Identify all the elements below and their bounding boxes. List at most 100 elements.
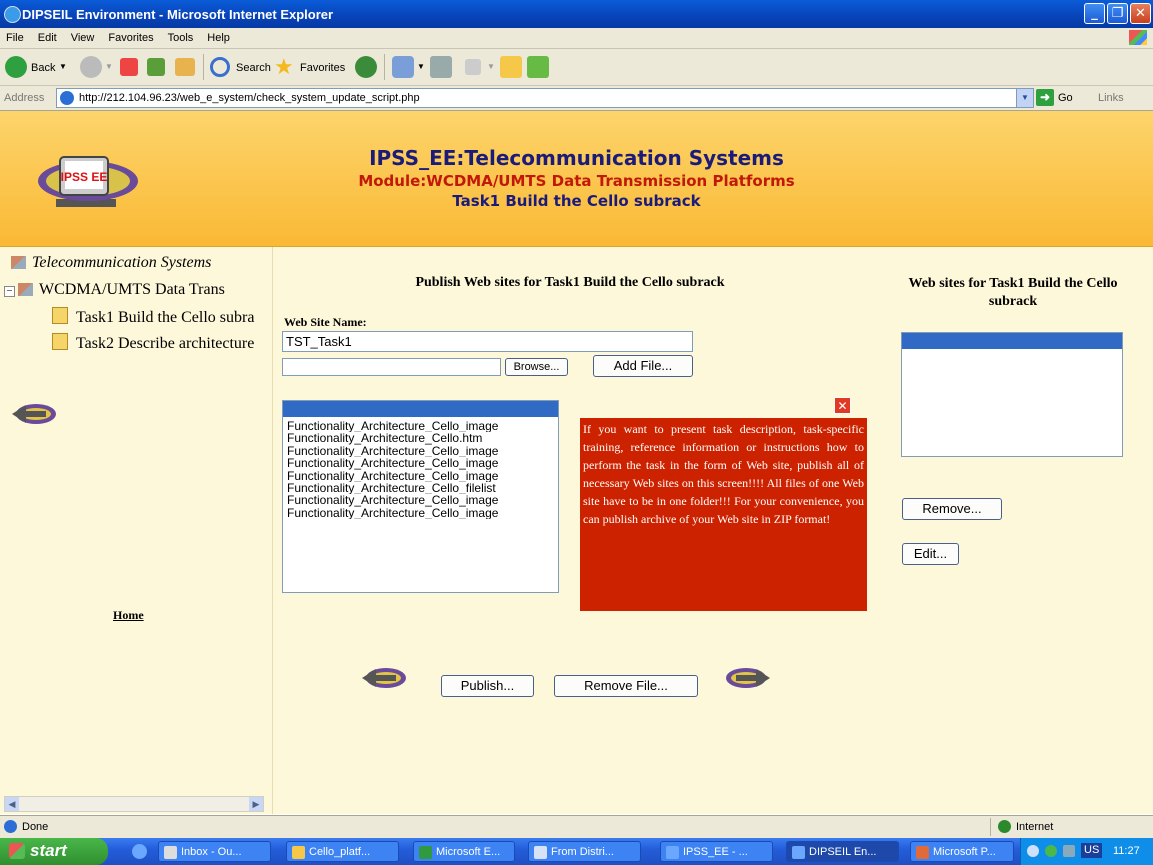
- tree-item-task1[interactable]: Task1 Build the Cello subra: [52, 307, 254, 327]
- edit-icon[interactable]: [465, 59, 481, 75]
- back-button[interactable]: Back: [31, 62, 55, 74]
- list-item[interactable]: Functionality_Architecture_Cello_image: [287, 420, 554, 432]
- page-icon: [60, 91, 74, 105]
- tooltip-close-icon[interactable]: ✕: [834, 397, 851, 414]
- menu-help[interactable]: Help: [207, 28, 230, 48]
- list-item[interactable]: Functionality_Architecture_Cello_filelis…: [287, 482, 554, 494]
- volume-tray-icon[interactable]: [1063, 845, 1075, 857]
- mail-dropdown-icon[interactable]: ▼: [417, 62, 425, 71]
- taskbar-item-powerpoint[interactable]: Microsoft P...: [910, 841, 1014, 862]
- remove-site-button[interactable]: Remove...: [902, 498, 1002, 520]
- menu-edit[interactable]: Edit: [38, 28, 57, 48]
- folder-icon[interactable]: [500, 56, 522, 78]
- go-button[interactable]: Go: [1058, 92, 1073, 104]
- collapse-icon[interactable]: −: [4, 286, 15, 297]
- taskbar-item-word[interactable]: From Distri...: [528, 841, 641, 862]
- security-zone: Internet: [1016, 821, 1054, 833]
- next-arrow-icon[interactable]: [724, 664, 772, 692]
- tree-module-label: WCDMA/UMTS Data Trans: [39, 281, 225, 298]
- menu-file[interactable]: File: [6, 28, 24, 48]
- favorites-star-icon[interactable]: ★: [274, 54, 294, 80]
- status-text: Done: [22, 821, 49, 833]
- history-icon[interactable]: [355, 56, 377, 78]
- taskbar-item-ipss[interactable]: IPSS_EE - ...: [660, 841, 773, 862]
- links-button[interactable]: Links: [1098, 92, 1124, 104]
- taskbar-item-inbox[interactable]: Inbox - Ou...: [158, 841, 271, 862]
- forward-arrow-icon[interactable]: [80, 56, 102, 78]
- window-title-bar[interactable]: DIPSEIL Environment - Microsoft Internet…: [0, 0, 1153, 28]
- publish-button[interactable]: Publish...: [441, 675, 534, 697]
- minimize-button[interactable]: _: [1084, 3, 1105, 24]
- tree-root[interactable]: Telecommunication Systems: [11, 254, 211, 272]
- mail-icon[interactable]: [392, 56, 414, 78]
- websites-listbox[interactable]: [901, 332, 1123, 457]
- close-button[interactable]: ✕: [1130, 3, 1151, 24]
- tree-root-label: Telecommunication Systems: [32, 254, 212, 271]
- tree-item-label: Task2 Describe architecture: [76, 335, 255, 352]
- address-dropdown-icon[interactable]: ▼: [1016, 89, 1033, 107]
- taskbar-item-excel[interactable]: Microsoft E...: [413, 841, 515, 862]
- home-icon[interactable]: [175, 58, 195, 76]
- home-link[interactable]: Home: [113, 608, 144, 623]
- add-file-button[interactable]: Add File...: [593, 355, 693, 377]
- svg-text:IPSS EE: IPSS EE: [61, 170, 108, 184]
- browse-button[interactable]: Browse...: [505, 358, 568, 376]
- scroll-left-icon[interactable]: ◀: [5, 797, 19, 811]
- list-selected-row[interactable]: [902, 333, 1122, 349]
- status-bar: Done Internet: [0, 815, 1153, 838]
- forward-dropdown-icon[interactable]: ▼: [105, 62, 113, 71]
- taskbar-item-dipseil[interactable]: DIPSEIL En...: [786, 841, 899, 862]
- address-input[interactable]: http://212.104.96.23/web_e_system/check_…: [56, 88, 1034, 108]
- language-indicator[interactable]: US: [1081, 843, 1103, 858]
- taskbar-item-cello[interactable]: Cello_platf...: [286, 841, 399, 862]
- network-tray-icon[interactable]: [1045, 845, 1057, 857]
- go-arrow-icon[interactable]: ➜: [1036, 89, 1054, 106]
- file-path-input[interactable]: [282, 358, 501, 376]
- scroll-right-icon[interactable]: ▶: [249, 797, 263, 811]
- back-nav-icon[interactable]: [10, 400, 58, 428]
- windows-logo-icon: [1129, 30, 1147, 45]
- tree-item-label: Task1 Build the Cello subra: [76, 309, 255, 326]
- tray-expand-icon[interactable]: [1027, 845, 1039, 857]
- page-icon: [52, 307, 68, 324]
- header-title: IPSS_EE:Telecommunication Systems: [369, 146, 784, 170]
- edit-dropdown-icon[interactable]: ▼: [487, 62, 495, 71]
- list-item[interactable]: Functionality_Architecture_Cello_image: [287, 507, 554, 519]
- edit-site-button[interactable]: Edit...: [902, 543, 959, 565]
- outlook-icon: [164, 846, 177, 859]
- back-dropdown-icon[interactable]: ▼: [59, 62, 67, 71]
- menu-view[interactable]: View: [71, 28, 95, 48]
- ie-quicklaunch-icon[interactable]: [132, 844, 147, 859]
- excel-icon: [419, 846, 432, 859]
- messenger-icon[interactable]: [527, 56, 549, 78]
- refresh-icon[interactable]: [147, 58, 165, 76]
- site-name-label: Web Site Name:: [284, 315, 367, 329]
- stop-icon[interactable]: [120, 58, 138, 76]
- list-item[interactable]: Functionality_Architecture_Cello.htm: [287, 432, 554, 444]
- search-button[interactable]: Search: [236, 62, 271, 74]
- start-button[interactable]: start: [0, 838, 108, 865]
- list-item[interactable]: Functionality_Architecture_Cello_image: [287, 445, 554, 457]
- header-task: Task1 Build the Cello subrack: [452, 192, 701, 210]
- help-tooltip: If you want to present task description,…: [580, 418, 867, 611]
- search-icon[interactable]: [210, 57, 230, 77]
- maximize-button[interactable]: ❐: [1107, 3, 1128, 24]
- list-item[interactable]: Functionality_Architecture_Cello_image: [287, 457, 554, 469]
- tree-horizontal-scrollbar[interactable]: ◀ ▶: [4, 796, 264, 812]
- menu-favorites[interactable]: Favorites: [108, 28, 153, 48]
- address-url[interactable]: http://212.104.96.23/web_e_system/check_…: [79, 92, 420, 104]
- file-listbox[interactable]: Functionality_Architecture_Cello_image F…: [282, 400, 559, 593]
- tree-item-task2[interactable]: Task2 Describe architecture: [52, 333, 254, 353]
- tree-module[interactable]: − WCDMA/UMTS Data Trans: [4, 281, 225, 299]
- list-item[interactable]: Functionality_Architecture_Cello_image: [287, 494, 554, 506]
- favorites-button[interactable]: Favorites: [300, 62, 345, 74]
- list-selected-row[interactable]: [283, 401, 558, 417]
- previous-arrow-icon[interactable]: [360, 664, 408, 692]
- back-arrow-icon[interactable]: [5, 56, 27, 78]
- menu-tools[interactable]: Tools: [168, 28, 194, 48]
- list-item[interactable]: Functionality_Architecture_Cello_image: [287, 470, 554, 482]
- menu-bar: File Edit View Favorites Tools Help: [0, 28, 1153, 49]
- site-name-input[interactable]: TST_Task1: [282, 331, 693, 352]
- remove-file-button[interactable]: Remove File...: [554, 675, 698, 697]
- print-icon[interactable]: [430, 56, 452, 78]
